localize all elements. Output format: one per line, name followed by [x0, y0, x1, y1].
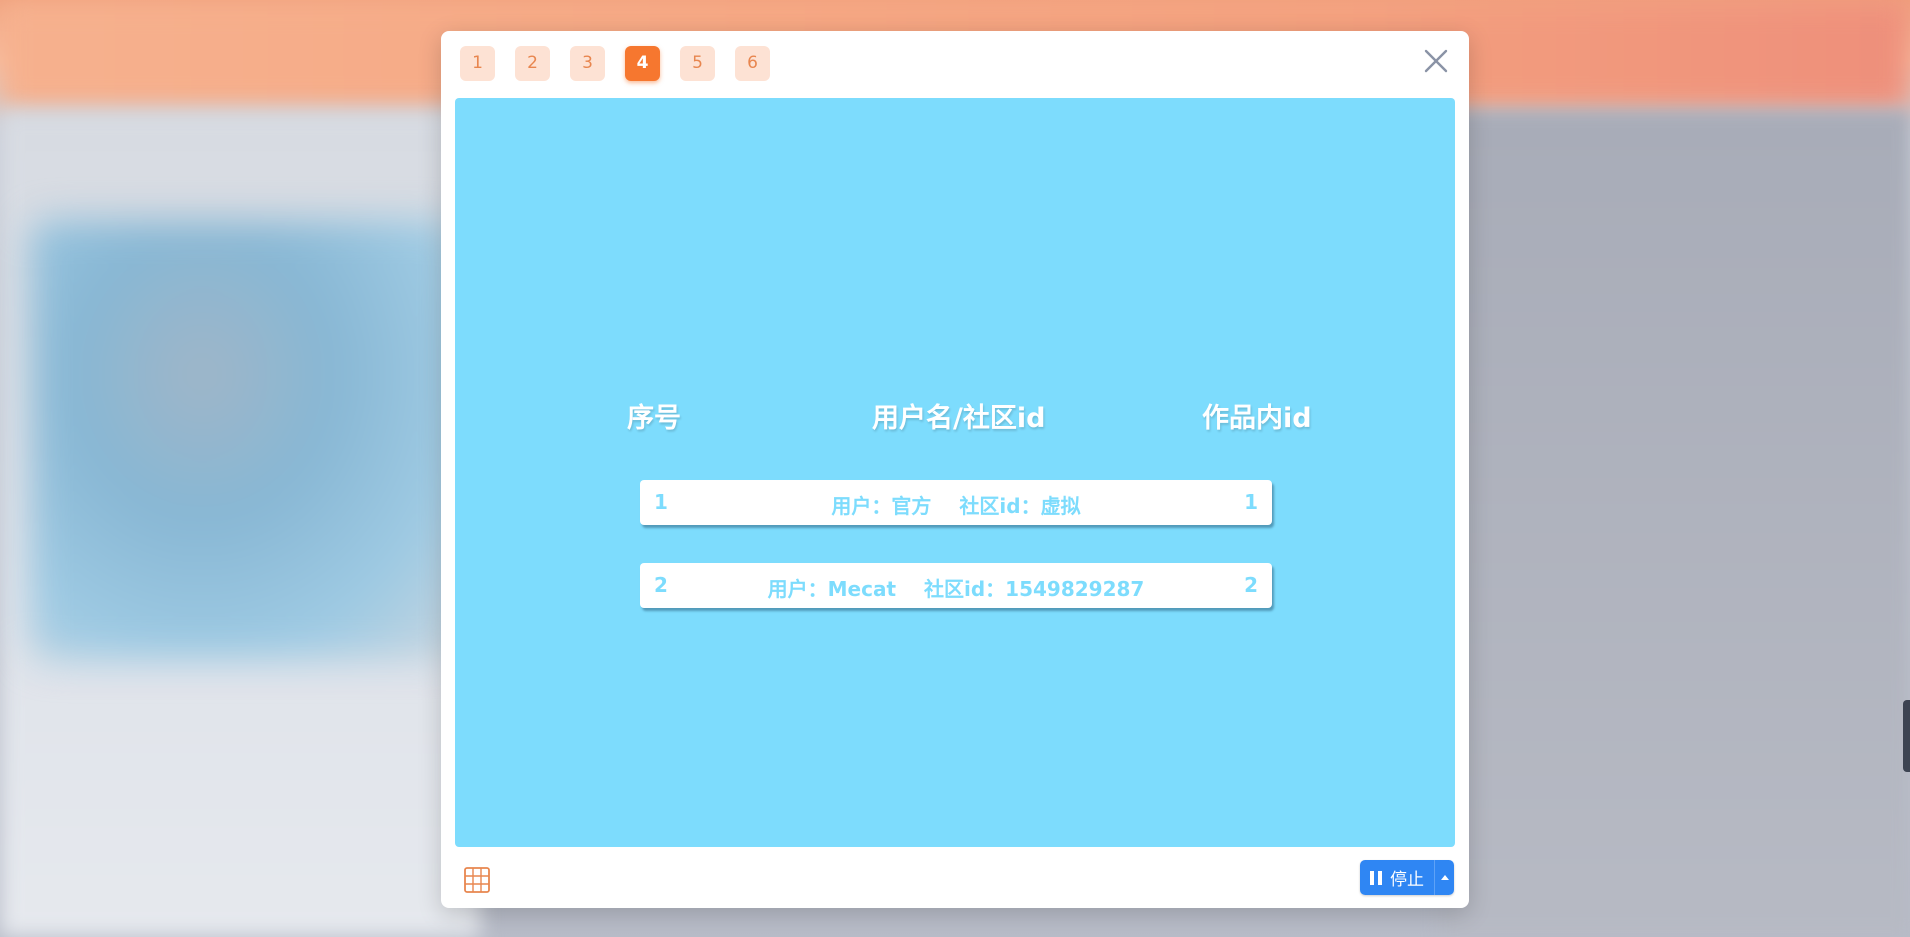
stop-button[interactable]: 停止 — [1360, 860, 1434, 895]
page-tab-4[interactable]: 4 — [625, 46, 660, 81]
row-user-info: 用户：官方 社区id：虚拟 — [640, 490, 1272, 519]
pause-icon — [1370, 870, 1382, 885]
row-user: 用户：Mecat — [767, 577, 897, 601]
close-button[interactable] — [1421, 46, 1451, 76]
stop-button-group: 停止 — [1360, 860, 1454, 895]
player-dialog: 1 2 3 4 5 6 序号 用户名/社区id 作品内id 1 用户：官方社区i… — [441, 31, 1469, 908]
row-community-id: 社区id：虚拟 — [959, 494, 1081, 518]
stage-canvas[interactable]: 序号 用户名/社区id 作品内id 1 用户：官方 社区id：虚拟 1 2 用户：… — [455, 98, 1455, 847]
page-tab-3[interactable]: 3 — [570, 46, 605, 81]
grid-icon — [464, 867, 490, 893]
side-scroll-handle[interactable] — [1903, 700, 1910, 772]
page-tab-1[interactable]: 1 — [460, 46, 495, 81]
row-work-id: 2 — [1244, 573, 1258, 597]
close-icon — [1424, 49, 1448, 73]
header-work-id: 作品内id — [1202, 403, 1312, 434]
background-right-panel — [1440, 110, 1910, 937]
row-user-info: 用户：Mecat 社区id：1549829287 — [640, 573, 1272, 602]
background-card — [30, 220, 460, 660]
table-row: 1 用户：官方 社区id：虚拟 1 — [640, 480, 1272, 525]
page-tab-2[interactable]: 2 — [515, 46, 550, 81]
header-index: 序号 — [627, 403, 681, 434]
stop-label: 停止 — [1390, 870, 1424, 890]
page-tabs: 1 2 3 4 5 6 — [460, 46, 770, 81]
row-work-id: 1 — [1244, 490, 1258, 514]
page-tab-5[interactable]: 5 — [680, 46, 715, 81]
row-community-id: 社区id：1549829287 — [924, 577, 1145, 601]
row-user: 用户：官方 — [831, 494, 932, 518]
table-row: 2 用户：Mecat 社区id：1549829287 2 — [640, 563, 1272, 608]
grid-toggle-button[interactable] — [463, 866, 491, 894]
page-tab-6[interactable]: 6 — [735, 46, 770, 81]
stop-options-toggle[interactable] — [1434, 860, 1454, 895]
header-user: 用户名/社区id — [872, 403, 1046, 434]
caret-up-icon — [1440, 875, 1449, 880]
